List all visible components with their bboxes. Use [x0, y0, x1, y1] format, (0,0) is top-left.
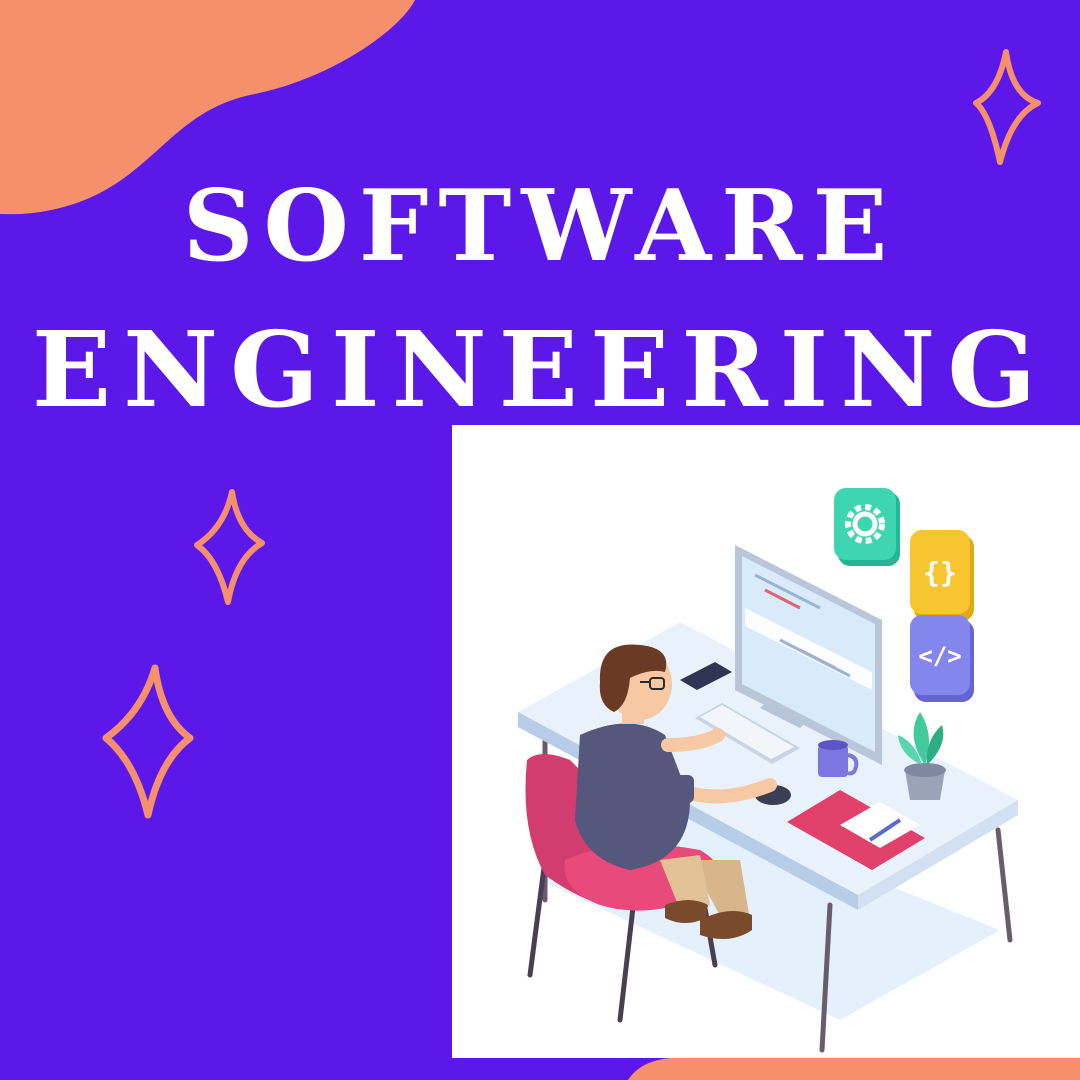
sparkle-icon — [973, 49, 1041, 165]
code-icon: </> — [918, 642, 961, 670]
sparkle-icon — [102, 664, 194, 819]
sparkle-icon — [194, 489, 265, 605]
illustration-panel: {} </> — [452, 425, 1080, 1058]
title-line-software: SOFTWARE — [182, 169, 898, 284]
braces-tile: {} — [910, 530, 974, 621]
braces-icon: {} — [923, 556, 957, 589]
poster-canvas: SOFTWARE ENGINEERING {} </> — [0, 0, 1080, 1080]
bottom-right-blob — [628, 1057, 1080, 1080]
title-line-engineering: ENGINEERING — [31, 308, 1049, 431]
code-tile: </> — [910, 615, 974, 702]
developer-illustration: {} </> — [518, 488, 1018, 1053]
gear-tile — [834, 488, 900, 566]
